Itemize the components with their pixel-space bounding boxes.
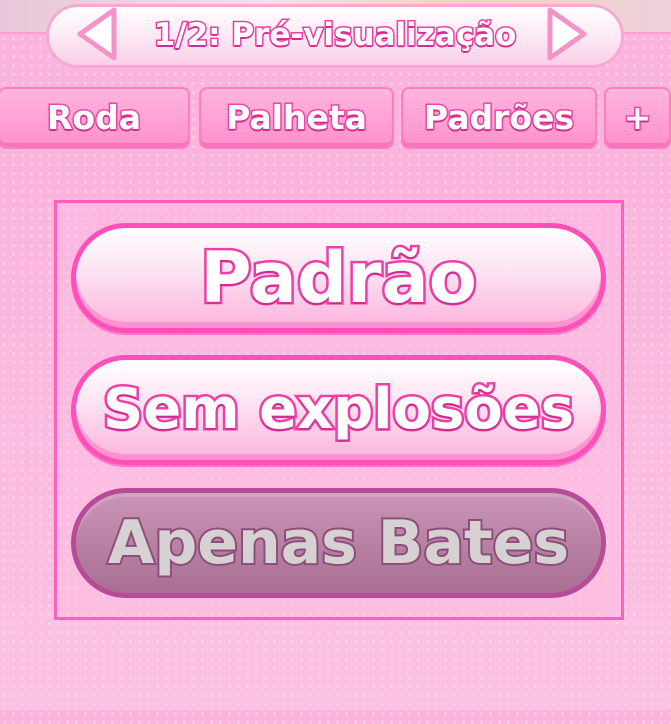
- tab-roda[interactable]: Roda: [0, 87, 190, 149]
- option-padrao-button[interactable]: Padrão: [71, 223, 606, 333]
- tab-label: Padrões: [422, 97, 575, 139]
- tab-label: Roda: [46, 97, 143, 139]
- option-label: Padrão: [198, 235, 480, 322]
- option-sem-explosoes-button[interactable]: Sem explosões: [71, 355, 606, 465]
- option-label: Sem explosões: [100, 375, 576, 445]
- option-apenas-bates-button[interactable]: Apenas Bates: [71, 488, 606, 598]
- tab-padroes[interactable]: Padrões: [401, 87, 597, 149]
- triangle-left-icon[interactable]: [74, 6, 118, 62]
- option-label: Apenas Bates: [106, 506, 571, 580]
- page-title: 1/2: Pré-visualização: [152, 16, 518, 55]
- tab-palheta[interactable]: Palheta: [199, 87, 394, 149]
- tab-label: Palheta: [225, 97, 369, 139]
- triangle-right-icon[interactable]: [546, 6, 590, 62]
- plus-icon: +: [622, 97, 653, 139]
- tab-more[interactable]: +: [604, 87, 671, 149]
